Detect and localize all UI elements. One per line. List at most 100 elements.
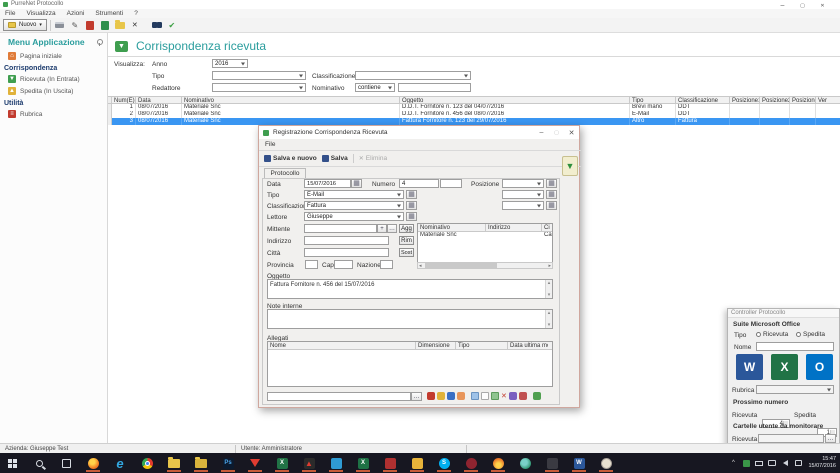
sost-button[interactable]: Sost — [399, 248, 414, 257]
numero-sub-input[interactable] — [440, 179, 462, 188]
allegati-col-nome[interactable]: Nome — [268, 342, 416, 349]
col-ver[interactable]: Ver — [816, 97, 840, 103]
redattore-select[interactable] — [212, 83, 306, 92]
sticky-notes-icon[interactable] — [407, 455, 427, 472]
menu-help[interactable]: ? — [134, 10, 138, 17]
cartella-ricevuta-browse-icon[interactable]: … — [825, 434, 836, 443]
start-button[interactable] — [2, 455, 22, 471]
dialog-close-button[interactable]: ✕ — [564, 127, 579, 138]
col-posizione1[interactable]: Posizione1 — [730, 97, 760, 103]
task-view-icon[interactable] — [56, 455, 76, 471]
taskbar-clock[interactable]: 15:47 15/07/2016 — [806, 456, 836, 470]
tipo-filter-select[interactable] — [212, 71, 306, 80]
delete-icon[interactable]: ✕ — [129, 19, 141, 31]
folder-go-icon[interactable] — [491, 392, 499, 400]
posizione-select[interactable] — [502, 179, 544, 188]
rubrica-select[interactable] — [756, 385, 834, 394]
battery-icon[interactable] — [754, 458, 764, 468]
lettore-select[interactable]: Giuseppe — [304, 212, 404, 221]
app-darkred-icon[interactable] — [461, 455, 481, 472]
open-folder-icon[interactable] — [114, 19, 126, 31]
citta-input[interactable] — [304, 248, 389, 257]
nominativo-input[interactable] — [398, 83, 471, 92]
allegati-col-tipo[interactable]: Tipo — [456, 342, 508, 349]
anno-select[interactable]: 2016 — [212, 59, 248, 68]
dialog-menu-file[interactable]: File — [265, 141, 275, 148]
menu-file[interactable]: File — [5, 10, 15, 17]
col-num[interactable]: Num(E) — [112, 97, 136, 103]
dialog-minimize-button[interactable]: – — [534, 127, 549, 138]
search-binoculars-icon[interactable] — [151, 19, 163, 31]
app-red-icon[interactable] — [380, 455, 400, 472]
documents-folder-icon[interactable] — [191, 455, 211, 472]
validate-check-icon[interactable]: ✔ — [166, 19, 178, 31]
edge-icon[interactable]: e — [110, 455, 130, 471]
list-col-indirizzo[interactable]: Indirizzo — [486, 224, 542, 231]
sidebar-item-rubrica[interactable]: ≡ Rubrica — [0, 108, 107, 120]
table-row[interactable]: 1 08/07/2016 Materiale Snc D.D.T. Fornit… — [108, 104, 840, 111]
excel-icon[interactable]: X — [771, 354, 798, 380]
indirizzo-input[interactable] — [304, 236, 389, 245]
col-data[interactable]: Data — [136, 97, 182, 103]
classificazione-lookup-icon[interactable]: ▦ — [406, 201, 417, 210]
copy-icon[interactable] — [471, 392, 479, 400]
agg-button[interactable]: Agg — [399, 224, 414, 233]
attach-mail-icon[interactable] — [457, 392, 465, 400]
scroll-left-icon[interactable]: ◂ — [418, 263, 423, 269]
taskbar-search-icon[interactable] — [29, 455, 49, 471]
nominativo-op-select[interactable]: contiene — [355, 83, 395, 92]
globe-app-icon[interactable] — [515, 455, 535, 471]
scroll-right-icon[interactable]: ▸ — [547, 263, 552, 269]
table-row-selected[interactable]: 3 08/07/2016 Materiale Snc Fattura Forni… — [108, 118, 840, 125]
edit-icon[interactable]: ✎ — [69, 19, 81, 31]
oggetto-textarea[interactable]: Fattura Fornitore n. 456 del 15/07/2016 … — [267, 279, 553, 299]
print-attachment-icon[interactable] — [518, 392, 527, 400]
remove-attachment-icon[interactable]: ✕ — [501, 392, 507, 400]
posizione3-select[interactable] — [502, 201, 544, 210]
radio-spedita[interactable]: Spedita — [796, 331, 825, 338]
menu-visualizza[interactable]: Visualizza — [26, 10, 55, 17]
rim-button[interactable]: Rim — [399, 236, 414, 245]
pin-icon[interactable] — [96, 39, 103, 46]
sidebar-item-ricevuta[interactable]: ▼ Ricevuta (In Entrata) — [0, 73, 107, 85]
print-icon[interactable] — [54, 19, 66, 31]
menu-strumenti[interactable]: Strumenti — [95, 10, 123, 17]
photoshop-icon[interactable]: Ps — [218, 455, 238, 472]
scan-icon[interactable] — [508, 392, 517, 400]
col-oggetto[interactable]: Oggetto — [400, 97, 630, 103]
col-tipo[interactable]: Tipo — [630, 97, 676, 103]
nazione-input[interactable] — [380, 260, 393, 269]
excel-app-icon[interactable]: X — [272, 455, 292, 472]
note-interne-textarea[interactable]: ▴ ▾ — [267, 309, 553, 329]
sidebar-item-spedita[interactable]: ▲ Spedita (In Uscita) — [0, 85, 107, 97]
network-icon[interactable] — [767, 458, 777, 468]
chrome-icon[interactable] — [137, 455, 157, 471]
dialog-maximize-button[interactable]: ▢ — [549, 127, 564, 138]
ricevuta-shortcut-button[interactable]: ▼ — [562, 156, 578, 176]
attach-open-icon[interactable] — [447, 392, 455, 400]
tipo-select[interactable]: E-Mail — [304, 190, 404, 199]
volume-icon[interactable] — [780, 458, 790, 468]
col-classificazione[interactable]: Classificazione — [676, 97, 730, 103]
elimina-button[interactable]: ✕ Elimina — [359, 155, 387, 162]
mittente-input[interactable] — [304, 224, 377, 233]
paint-app-icon[interactable] — [596, 455, 616, 472]
mittente-browse-icon[interactable]: … — [387, 224, 397, 233]
cap-input[interactable] — [334, 260, 353, 269]
menu-azioni[interactable]: Azioni — [67, 10, 85, 17]
attach-extract-icon[interactable] — [437, 392, 445, 400]
new-file-icon[interactable] — [481, 392, 489, 400]
outlook-icon[interactable]: O — [806, 354, 833, 380]
list-col-nominativo[interactable]: Nominativo — [418, 224, 486, 231]
notification-center-icon[interactable] — [793, 458, 803, 468]
posizione-lookup-icon[interactable]: ▦ — [546, 179, 557, 188]
export-pdf-icon[interactable] — [84, 19, 96, 31]
word-app-icon[interactable]: W — [569, 455, 589, 472]
tipo-lookup-icon[interactable]: ▦ — [406, 190, 417, 199]
skype-icon[interactable]: S — [434, 455, 454, 472]
filter-app-icon[interactable] — [245, 455, 265, 472]
classificazione-filter-select[interactable] — [355, 71, 471, 80]
col-nominativo[interactable]: Nominativo — [182, 97, 400, 103]
posizione2-lookup-icon[interactable]: ▦ — [546, 190, 557, 199]
export-excel-icon[interactable] — [99, 19, 111, 31]
